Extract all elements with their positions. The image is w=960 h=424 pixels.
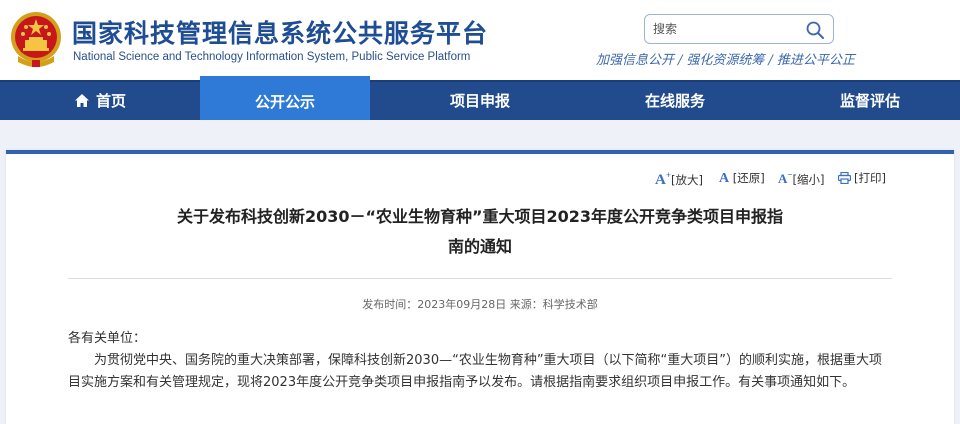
nav-item-home[interactable]: 首页 bbox=[40, 82, 160, 120]
greeting: 各有关单位： bbox=[68, 331, 147, 346]
enlarge-font-icon: A+ bbox=[655, 170, 671, 188]
search-input[interactable] bbox=[653, 19, 803, 39]
restore-label: [还原] bbox=[732, 171, 765, 185]
title-divider bbox=[68, 278, 892, 279]
slogan-item: 强化资源统筹 bbox=[686, 53, 765, 68]
home-icon bbox=[74, 94, 89, 107]
print-button[interactable]: [打印] bbox=[837, 170, 886, 186]
enlarge-button[interactable]: A+[放大] bbox=[655, 170, 703, 189]
source-value: 科学技术部 bbox=[542, 298, 598, 311]
search-icon[interactable] bbox=[805, 20, 825, 40]
nav-item-online-service[interactable]: 在线服务 bbox=[615, 82, 735, 120]
article-title-line: 关于发布科技创新2030－“农业生物育种”重大项目2023年度公开竞争类项目申报… bbox=[176, 207, 784, 226]
site-subtitle: National Science and Technology Informat… bbox=[73, 51, 471, 63]
article-meta: 发布时间：2023年09月28日 来源：科学技术部 bbox=[0, 296, 960, 312]
site-title: 国家科技管理信息系统公共服务平台 bbox=[72, 19, 489, 48]
main-nav: 首页 公开公示 项目申报 在线服务 监督评估 bbox=[0, 76, 960, 120]
nav-item-public-disclosure[interactable]: 公开公示 bbox=[200, 76, 370, 120]
slogan-item: 推进公平公正 bbox=[776, 53, 855, 68]
article-title: 关于发布科技创新2030－“农业生物育种”重大项目2023年度公开竞争类项目申报… bbox=[140, 202, 820, 262]
enlarge-label: [放大] bbox=[670, 173, 703, 187]
shrink-button[interactable]: A−[缩小] bbox=[778, 170, 825, 187]
search-box bbox=[644, 14, 834, 44]
nav-item-project-application[interactable]: 项目申报 bbox=[420, 82, 540, 120]
nav-item-label: 公开公示 bbox=[254, 93, 315, 111]
nav-item-supervision[interactable]: 监督评估 bbox=[810, 82, 930, 120]
slogan-item: 加强信息公开 bbox=[596, 53, 675, 68]
publish-time-label: 发布时间： bbox=[362, 298, 418, 311]
source-label: 来源： bbox=[509, 298, 543, 311]
site-header: 国家科技管理信息系统公共服务平台 National Science and Te… bbox=[0, 0, 960, 80]
slogan: 加强信息公开 / 强化资源统筹 / 推进公平公正 bbox=[596, 49, 855, 68]
shrink-label: [缩小] bbox=[792, 172, 825, 187]
shrink-font-icon: A− bbox=[778, 170, 793, 187]
nav-item-label: 首页 bbox=[95, 92, 126, 110]
slogan-separator: / bbox=[768, 53, 773, 68]
restore-font-icon: A bbox=[719, 171, 730, 186]
nav-item-label: 在线服务 bbox=[644, 92, 705, 110]
printer-icon bbox=[837, 171, 852, 185]
article-paragraph: 为贯彻党中央、国务院的重大决策部署，保障科技创新2030—“农业生物育种”重大项… bbox=[68, 353, 883, 390]
national-emblem-icon bbox=[11, 12, 61, 67]
nav-item-label: 项目申报 bbox=[449, 92, 510, 110]
nav-item-label: 监督评估 bbox=[839, 92, 900, 110]
print-label: [打印] bbox=[854, 171, 886, 185]
restore-button[interactable]: A [还原] bbox=[719, 170, 765, 187]
article-title-line: 南的通知 bbox=[447, 237, 512, 256]
slogan-separator: / bbox=[678, 53, 683, 68]
publish-time: 2023年09月28日 bbox=[417, 298, 507, 311]
